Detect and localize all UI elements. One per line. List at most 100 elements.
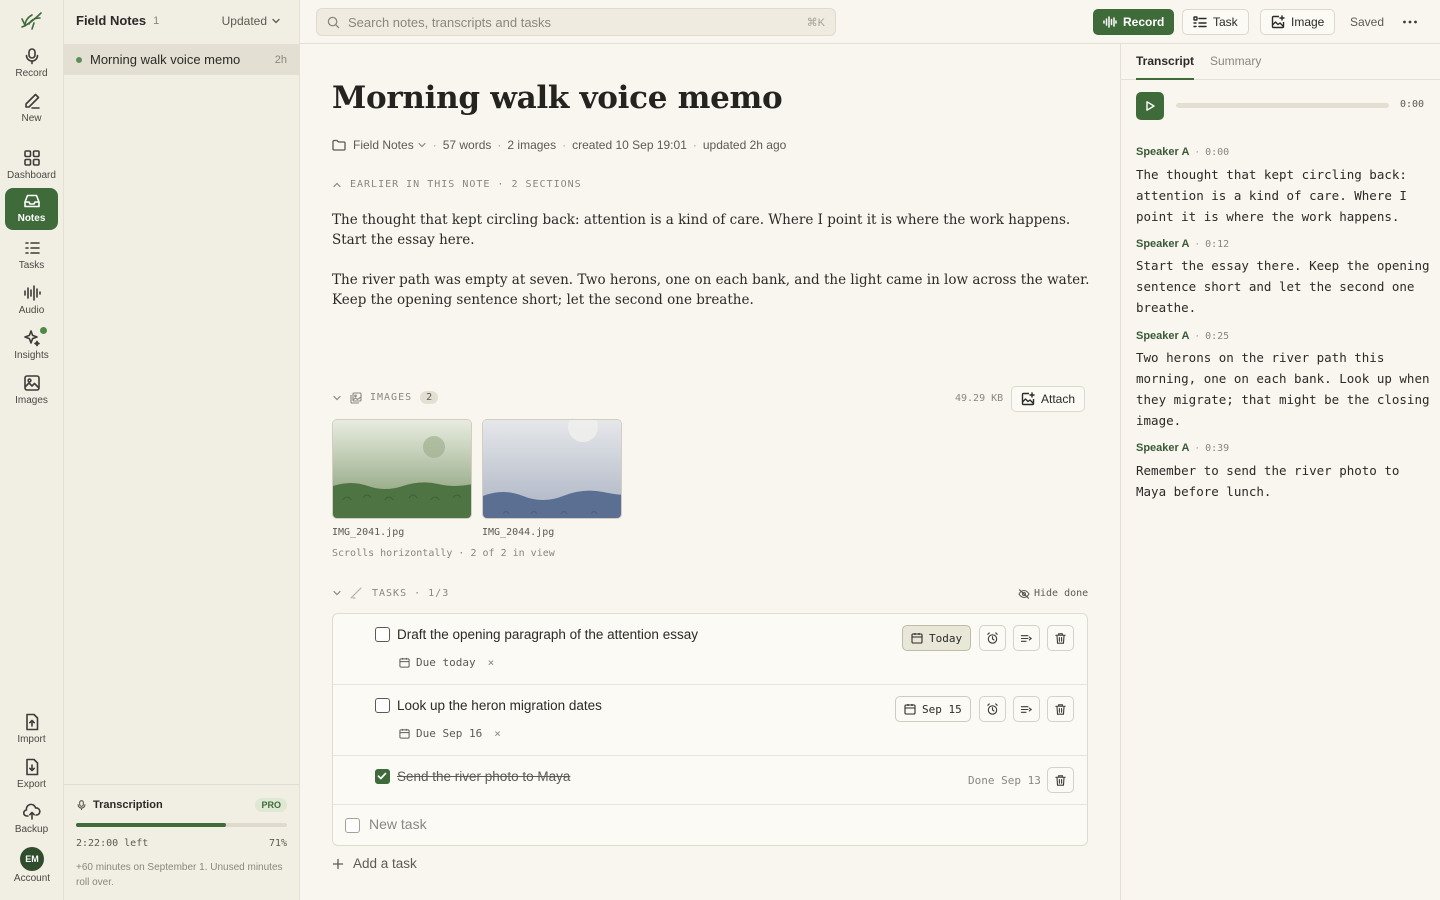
due-date-chip[interactable]: Today xyxy=(902,625,972,651)
waveform-icon xyxy=(1103,16,1117,28)
account-label[interactable]: Account xyxy=(0,873,64,884)
new-task-input[interactable] xyxy=(369,816,869,832)
logo-leaf-icon xyxy=(19,9,45,33)
add-image-button[interactable]: Image xyxy=(1260,9,1336,35)
search-box[interactable]: ⌘K xyxy=(316,8,836,36)
transcription-progress xyxy=(76,823,287,827)
reminder-button[interactable] xyxy=(979,625,1006,651)
tab-summary[interactable]: Summary xyxy=(1210,54,1261,68)
task-checkbox-checked[interactable] xyxy=(375,769,390,784)
chevron-down-icon[interactable] xyxy=(417,140,427,150)
task-text[interactable]: Draft the opening paragraph of the atten… xyxy=(397,627,698,642)
active-tab-indicator xyxy=(1136,78,1194,80)
note-list-title: Morning walk voice memo xyxy=(90,52,241,67)
trash-icon xyxy=(1055,703,1066,715)
add-task-link[interactable]: Add a task xyxy=(332,856,417,871)
delete-task-button[interactable] xyxy=(1047,696,1074,722)
list-icon xyxy=(24,242,40,254)
reminder-button[interactable] xyxy=(979,696,1006,722)
task-due: Due today × xyxy=(399,656,494,669)
images-section-header[interactable]: IMAGES 2 xyxy=(332,391,439,404)
rail-backup[interactable]: Backup xyxy=(5,799,58,841)
folder-icon xyxy=(332,139,346,151)
eye-off-icon xyxy=(1018,588,1030,599)
task-checkbox[interactable] xyxy=(375,698,390,713)
created-date: created 10 Sep 19:01 xyxy=(572,138,687,152)
rail-record[interactable]: Record xyxy=(5,43,58,85)
segment-text[interactable]: Start the essay there. Keep the opening … xyxy=(1136,255,1431,318)
notes-column-header: Field Notes 1 xyxy=(76,13,159,28)
record-button-label: Record xyxy=(1123,15,1165,29)
add-task-button-label: Task xyxy=(1213,15,1238,29)
search-input[interactable] xyxy=(348,14,807,30)
rail-images-label: Images xyxy=(15,395,48,406)
image-thumbnail[interactable] xyxy=(482,419,622,519)
task-text[interactable]: Send the river photo to Maya xyxy=(397,769,570,784)
note-paragraph[interactable]: The river path was empty at seven. Two h… xyxy=(332,270,1092,310)
hide-done-toggle[interactable]: Hide done xyxy=(1018,588,1088,599)
updated-date: updated 2h ago xyxy=(702,138,787,152)
play-button[interactable] xyxy=(1136,92,1164,120)
speaker-name: Speaker A xyxy=(1136,238,1190,250)
segment-timestamp[interactable]: 0:12 xyxy=(1205,239,1229,250)
sort-dropdown[interactable]: Updated xyxy=(222,14,281,28)
chevron-down-icon xyxy=(272,18,280,24)
search-shortcut: ⌘K xyxy=(806,16,825,29)
task-text[interactable]: Look up the heron migration dates xyxy=(397,698,602,713)
move-to-note-button[interactable] xyxy=(1013,625,1040,651)
segment-timestamp[interactable]: 0:25 xyxy=(1205,331,1229,342)
transcript-tabs: Transcript Summary xyxy=(1121,44,1440,80)
calendar-icon xyxy=(399,728,410,739)
more-options-icon[interactable] xyxy=(1400,12,1420,32)
rail-export-label: Export xyxy=(17,779,46,790)
delete-task-button[interactable] xyxy=(1047,767,1074,793)
tab-transcript[interactable]: Transcript xyxy=(1136,54,1194,68)
transcript-panel: Transcript Summary 0:00 Speaker A · 0:00… xyxy=(1120,44,1440,900)
note-title[interactable]: Morning walk voice memo xyxy=(332,80,783,116)
move-to-note-button[interactable] xyxy=(1013,696,1040,722)
clear-due-icon[interactable]: × xyxy=(488,656,495,669)
segment-text[interactable]: The thought that kept circling back: att… xyxy=(1136,164,1431,227)
calendar-icon xyxy=(911,633,923,644)
note-paragraph[interactable]: The thought that kept circling back: att… xyxy=(332,210,1092,250)
delete-task-button[interactable] xyxy=(1047,625,1074,651)
attach-button[interactable]: Attach xyxy=(1011,386,1086,412)
segment-text[interactable]: Two herons on the river path this mornin… xyxy=(1136,347,1431,431)
account-avatar[interactable]: EM xyxy=(20,847,44,871)
rail-import[interactable]: Import xyxy=(5,709,58,751)
image-thumbnail[interactable] xyxy=(332,419,472,519)
note-list-item[interactable]: Morning walk voice memo 2h xyxy=(64,44,299,75)
folder-selector[interactable]: Field Notes xyxy=(353,138,414,152)
rail-new[interactable]: New xyxy=(5,88,58,130)
alarm-clock-icon xyxy=(987,631,998,644)
task-checkbox[interactable] xyxy=(375,627,390,642)
rail-insights[interactable]: Insights xyxy=(5,325,58,367)
active-dot xyxy=(76,56,82,63)
segment-timestamp[interactable]: 0:39 xyxy=(1205,443,1229,454)
segment-text[interactable]: Remember to send the river photo to Maya… xyxy=(1136,460,1431,502)
due-date-chip[interactable]: Sep 15 xyxy=(895,696,971,722)
task-due-label: Due Sep 16 xyxy=(416,727,483,740)
pro-badge: PRO xyxy=(255,798,287,812)
record-button[interactable]: Record xyxy=(1093,9,1175,35)
rail-images[interactable]: Images xyxy=(5,370,58,412)
rail-tasks[interactable]: Tasks xyxy=(5,235,58,277)
task-list: Draft the opening paragraph of the atten… xyxy=(332,613,1088,846)
calendar-icon xyxy=(399,657,410,668)
segment-timestamp[interactable]: 0:00 xyxy=(1205,147,1229,158)
earlier-sections-toggle[interactable]: EARLIER IN THIS NOTE · 2 SECTIONS xyxy=(332,179,582,190)
rail-dashboard[interactable]: Dashboard xyxy=(5,145,58,187)
rail-audio[interactable]: Audio xyxy=(5,280,58,322)
image-count: 2 images xyxy=(507,138,557,152)
chevron-down-icon xyxy=(333,590,341,596)
rail-notes[interactable]: Notes xyxy=(5,188,58,230)
audio-scrubber[interactable] xyxy=(1176,103,1389,108)
transcription-panel: Transcription PRO 2:22:00 left 71% +60 m… xyxy=(64,784,299,900)
checkmark-icon xyxy=(377,772,387,780)
tasks-section-header[interactable]: TASKS · 1/3 xyxy=(332,587,449,599)
task-done-date: Done Sep 13 xyxy=(968,774,1041,787)
add-task-button[interactable]: Task xyxy=(1182,9,1249,35)
clear-due-icon[interactable]: × xyxy=(494,727,501,740)
rail-export[interactable]: Export xyxy=(5,754,58,796)
speaker-name: Speaker A xyxy=(1136,330,1190,342)
